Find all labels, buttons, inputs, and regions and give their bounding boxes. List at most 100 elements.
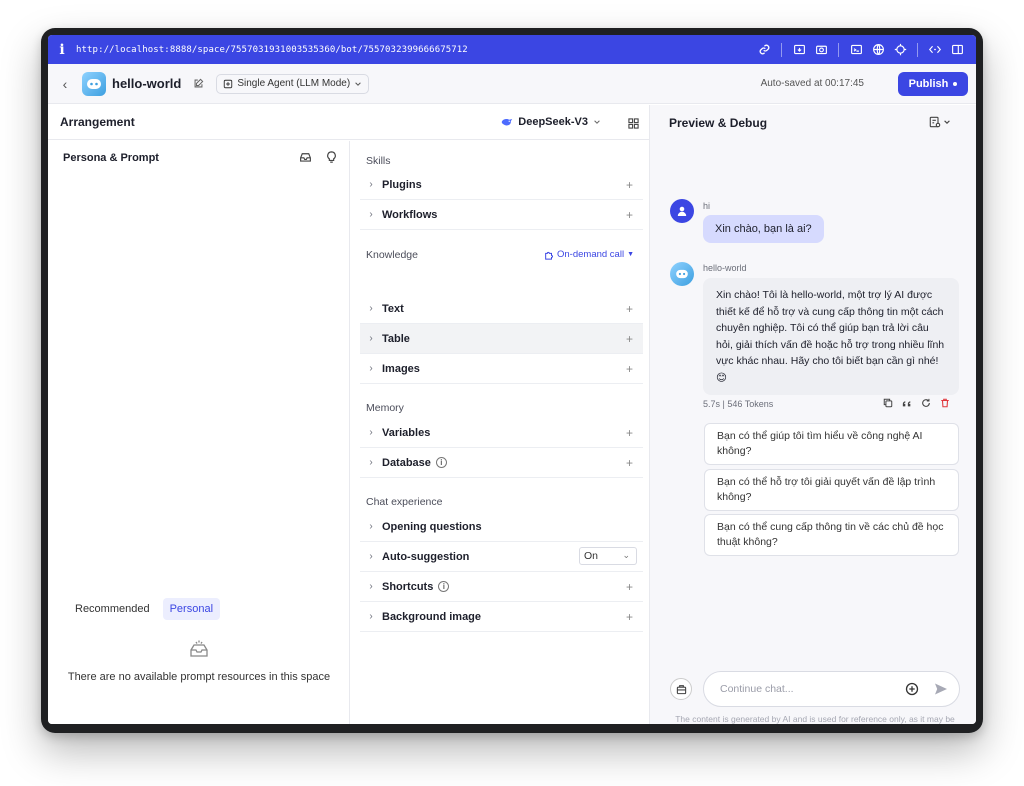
chevron-right-icon: › <box>369 551 373 562</box>
chevron-right-icon: › <box>369 581 373 592</box>
chevron-right-icon: › <box>369 521 373 532</box>
on-demand-call-select[interactable]: On-demand call ▼ <box>544 249 634 260</box>
agent-mode-icon <box>224 79 233 88</box>
sidebar-icon[interactable] <box>946 35 968 64</box>
publish-dot <box>953 82 958 86</box>
terminal-icon[interactable] <box>845 35 867 64</box>
row-opening-questions[interactable]: › Opening questions <box>360 512 643 542</box>
chevron-right-icon: › <box>369 333 373 344</box>
regenerate-icon[interactable] <box>921 398 931 408</box>
suggestion-item[interactable]: Bạn có thể giúp tôi tìm hiểu về công ngh… <box>704 423 959 465</box>
user-name: hi <box>703 201 711 211</box>
puzzle-icon <box>545 251 553 260</box>
bot-avatar[interactable] <box>82 71 106 96</box>
ai-disclaimer: The content is generated by AI and is us… <box>675 714 955 724</box>
camera-icon[interactable] <box>810 35 832 64</box>
prompt-tabs: Recommended Personal <box>68 598 221 620</box>
agent-mode-select[interactable]: Single Agent (LLM Mode) <box>216 73 370 94</box>
add-shortcut-button[interactable]: + <box>626 580 633 594</box>
chat-input-placeholder: Continue chat... <box>720 683 794 695</box>
toolbar-divider <box>838 42 839 57</box>
add-table-button[interactable]: + <box>626 332 633 346</box>
model-selector[interactable]: DeepSeek-V3 <box>501 116 601 128</box>
model-name: DeepSeek-V3 <box>518 116 588 128</box>
suggestion-item[interactable]: Bạn có thể cung cấp thông tin về các chủ… <box>704 514 959 556</box>
chat-input[interactable]: Continue chat... <box>703 671 960 707</box>
row-label: Images <box>382 362 420 375</box>
browser-toolbar <box>753 35 968 64</box>
add-images-button[interactable]: + <box>626 362 633 376</box>
screenshot-icon[interactable] <box>788 35 810 64</box>
row-text[interactable]: › Text + <box>360 294 643 324</box>
suggestion-item[interactable]: Bạn có thể hỗ trợ tôi giải quyết vấn đề … <box>704 469 959 511</box>
code-icon[interactable] <box>924 35 946 64</box>
row-images[interactable]: › Images + <box>360 354 643 384</box>
add-background-button[interactable]: + <box>626 610 633 624</box>
chevron-right-icon: › <box>369 179 373 190</box>
lightbulb-icon[interactable] <box>326 151 337 163</box>
message-actions <box>883 398 950 408</box>
row-database[interactable]: › Database i + <box>360 448 643 478</box>
row-workflows[interactable]: › Workflows + <box>360 200 643 230</box>
copy-icon[interactable] <box>883 398 893 408</box>
prompt-library-icon[interactable] <box>299 151 312 163</box>
row-label: Table <box>382 332 410 345</box>
empty-state: There are no available prompt resources … <box>48 639 350 685</box>
persona-title: Persona & Prompt <box>63 152 159 164</box>
info-icon[interactable]: i <box>435 457 447 468</box>
chat-tool-button[interactable] <box>670 678 692 700</box>
chevron-right-icon: › <box>369 303 373 314</box>
info-icon[interactable]: i <box>438 581 450 592</box>
globe-icon[interactable] <box>867 35 889 64</box>
add-plugin-button[interactable]: + <box>626 178 633 192</box>
row-label: Workflows <box>382 208 438 221</box>
add-attachment-icon[interactable] <box>905 682 919 696</box>
crosshair-icon[interactable] <box>889 35 911 64</box>
info-icon[interactable]: i <box>48 42 76 58</box>
link-icon[interactable] <box>753 35 775 64</box>
section-knowledge: Knowledge <box>366 249 418 261</box>
on-demand-label: On-demand call <box>557 249 625 260</box>
chevron-down-icon <box>355 81 361 86</box>
grid-icon[interactable] <box>628 116 639 134</box>
user-avatar <box>670 199 694 223</box>
delete-icon[interactable] <box>940 398 950 408</box>
bot-message-avatar <box>670 262 694 286</box>
publish-label: Publish <box>908 78 949 90</box>
add-database-button[interactable]: + <box>626 456 633 470</box>
row-label: Opening questions <box>382 520 482 533</box>
section-skills: Skills <box>366 155 391 167</box>
agent-mode-label: Single Agent (LLM Mode) <box>237 78 351 89</box>
empty-state-text: There are no available prompt resources … <box>67 671 331 683</box>
auto-suggestion-select[interactable]: On ⌄ <box>579 547 637 565</box>
add-text-button[interactable]: + <box>626 302 633 316</box>
tab-personal[interactable]: Personal <box>162 598 221 620</box>
chevron-down-icon <box>944 120 950 124</box>
row-table[interactable]: › Table + <box>360 324 643 354</box>
persona-panel: Persona & Prompt Recommended Personal Th… <box>48 141 350 724</box>
send-icon[interactable] <box>934 682 948 696</box>
back-button[interactable]: ‹ <box>48 76 82 92</box>
publish-button[interactable]: Publish <box>898 72 968 96</box>
row-variables[interactable]: › Variables + <box>360 418 643 448</box>
preview-title: Preview & Debug <box>669 116 768 130</box>
row-background-image[interactable]: › Background image + <box>360 602 643 632</box>
url-text[interactable]: http://localhost:8888/space/755703193100… <box>76 45 468 55</box>
edit-icon[interactable] <box>193 78 204 89</box>
row-plugins[interactable]: › Plugins + <box>360 170 643 200</box>
select-value: On <box>584 550 599 562</box>
row-shortcuts[interactable]: › Shortcuts i + <box>360 572 643 602</box>
add-workflow-button[interactable]: + <box>626 208 633 222</box>
caret-down-icon: ▼ <box>627 251 634 258</box>
row-label: Shortcuts <box>382 580 434 593</box>
chevron-right-icon: › <box>369 427 373 438</box>
row-auto-suggestion[interactable]: › Auto-suggestion On ⌄ <box>360 542 643 572</box>
add-variable-button[interactable]: + <box>626 426 633 440</box>
preview-settings[interactable] <box>929 116 951 128</box>
response-meta: 5.7s | 546 Tokens <box>703 399 774 409</box>
device-frame: i http://localhost:8888/space/7557031931… <box>41 28 983 733</box>
chevron-right-icon: › <box>369 363 373 374</box>
row-label: Plugins <box>382 178 422 191</box>
tab-recommended[interactable]: Recommended <box>68 598 157 620</box>
quote-icon[interactable] <box>902 398 912 408</box>
